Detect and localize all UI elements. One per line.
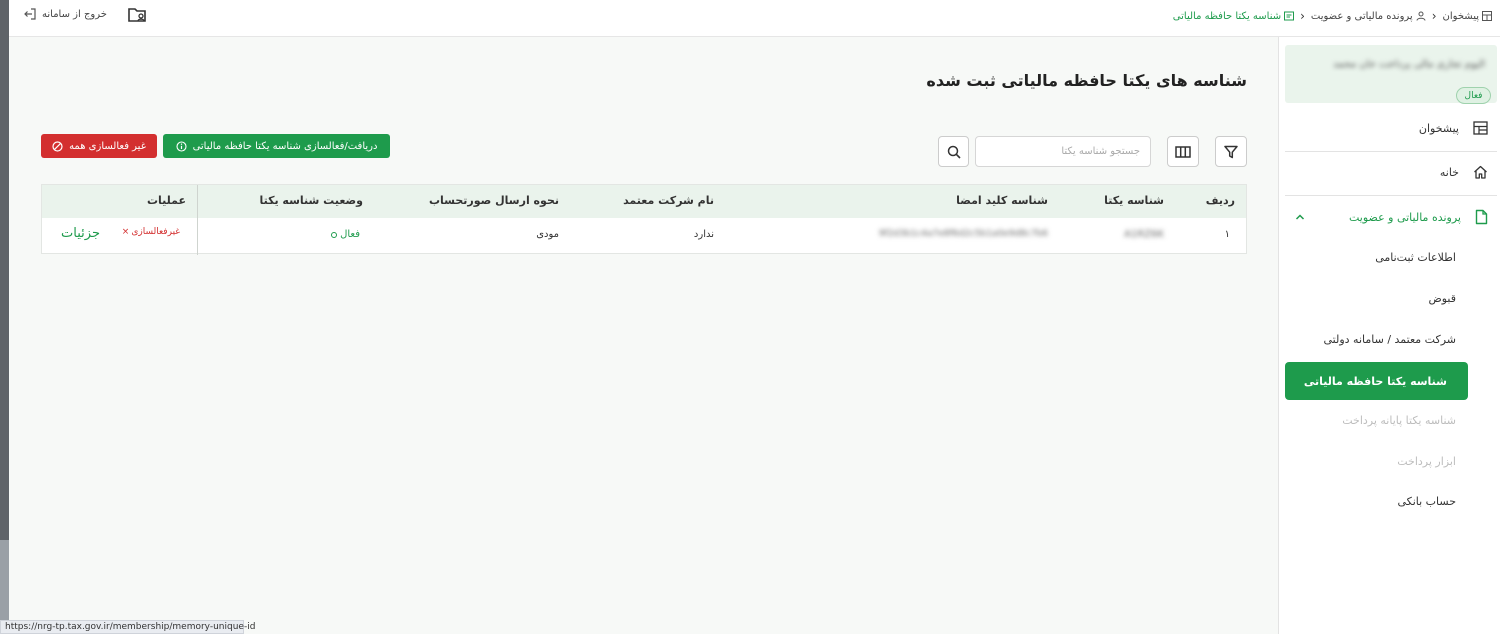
details-link[interactable]: جزئیات <box>61 226 100 241</box>
header-actions: عملیات <box>146 194 186 207</box>
dashboard-icon <box>1482 11 1492 21</box>
sidebar-subitem-registration-info[interactable]: اطلاعات ثبت‌نامی <box>1375 251 1456 264</box>
sidebar-item-label: پرونده مالیاتی و عضویت <box>1349 210 1461 224</box>
search-button[interactable] <box>938 136 969 167</box>
page-title: شناسه های یکتا حافظه مالیاتی ثبت شده <box>926 71 1247 90</box>
header-send-method: نحوه ارسال صورتحساب <box>429 194 559 207</box>
deactivate-label: غیرفعالسازی <box>131 227 180 237</box>
breadcrumb-item-tax-file[interactable]: پرونده مالیاتی و عضویت <box>1311 11 1426 22</box>
top-bar: خروج از سامانه پیشخوان ‹ پرونده مالیاتی … <box>9 0 1500 37</box>
status-label: فعال <box>340 229 360 240</box>
sidebar-subitem-payment-terminal-id: شناسه یکتا پایانه پرداخت <box>1342 414 1456 427</box>
sidebar-subitem-payment-tools: ابزار پرداخت <box>1397 455 1456 468</box>
header-row: ردیف <box>1205 194 1235 207</box>
document-icon <box>1475 209 1488 225</box>
chevron-left-icon: ‹ <box>1431 9 1437 23</box>
logout-label: خروج از سامانه <box>42 8 107 20</box>
cell-status: فعال <box>331 229 360 240</box>
table-header: ردیف شناسه یکتا شناسه کلید امضا نام شرکت… <box>42 185 1246 218</box>
sidebar-item-tax-file[interactable]: پرونده مالیاتی و عضویت <box>1349 209 1488 225</box>
search-input[interactable] <box>975 136 1151 167</box>
status-dot-icon <box>331 231 338 238</box>
profile-card: الیوم تجاری مالی پرداخت خان محمد فعال <box>1285 45 1497 104</box>
chevron-up-icon[interactable] <box>1295 213 1305 221</box>
sidebar-subitem-trusted-company[interactable]: شرکت معتمد / سامانه دولتی <box>1324 333 1457 346</box>
id-card-icon <box>1284 11 1295 21</box>
cell-signature-key: 9f2d3b1c4a7e8f6d2c5b1a0e9d8c7b6 <box>878 229 1048 239</box>
cell-row: ۱ <box>1224 229 1230 240</box>
filter-button[interactable] <box>1215 136 1247 167</box>
cell-company: ندارد <box>693 229 714 240</box>
breadcrumb-label: شناسه یکتا حافظه مالیاتی <box>1172 10 1282 22</box>
activate-unique-id-button[interactable]: دریافت/فعالسازی شناسه یکتا حافظه مالیاتی <box>163 134 390 158</box>
sidebar-item-label: پیشخوان <box>1418 121 1459 135</box>
logout-button[interactable]: خروج از سامانه <box>23 8 107 20</box>
cell-send-method: مودی <box>536 229 559 240</box>
deactivate-link[interactable]: غیرفعالسازی × <box>122 227 180 237</box>
breadcrumb: پیشخوان ‹ پرونده مالیاتی و عضویت ‹ شناسه… <box>1173 9 1492 23</box>
header-company: نام شرکت معتمد <box>623 194 714 207</box>
sidebar-item-dashboard[interactable]: پیشخوان <box>1419 121 1488 135</box>
sidebar-subitem-memory-unique-id[interactable]: شناسه یکتا حافظه مالیاتی <box>1285 362 1468 400</box>
sidebar-item-label: خانه <box>1439 165 1459 179</box>
sidebar-divider <box>1285 195 1497 196</box>
block-icon <box>52 140 63 152</box>
breadcrumb-label: پرونده مالیاتی و عضویت <box>1310 10 1413 22</box>
deactivate-all-button[interactable]: غیر فعالسازی همه <box>41 134 157 158</box>
activate-label: دریافت/فعالسازی شناسه یکتا حافظه مالیاتی <box>192 140 378 152</box>
header-unique-id: شناسه یکتا <box>1104 194 1164 207</box>
breadcrumb-item-dashboard[interactable]: پیشخوان <box>1443 11 1492 22</box>
search-icon <box>947 145 961 159</box>
sidebar-item-home[interactable]: خانه <box>1440 165 1488 179</box>
dashboard-icon <box>1473 121 1488 135</box>
sidebar-divider <box>1285 151 1497 152</box>
cell-unique-id: A1RZ6K <box>1124 229 1164 240</box>
chevron-left-icon: ‹ <box>1300 9 1305 23</box>
filter-icon <box>1224 145 1238 158</box>
logout-icon <box>24 8 36 20</box>
header-signature-key: شناسه کلید امضا <box>956 194 1048 207</box>
unique-ids-table: ردیف شناسه یکتا شناسه کلید امضا نام شرکت… <box>41 184 1247 255</box>
breadcrumb-item-current: شناسه یکتا حافظه مالیاتی <box>1172 10 1295 22</box>
profile-status-badge: فعال <box>1456 87 1491 104</box>
breadcrumb-label: پیشخوان <box>1442 10 1479 22</box>
sidebar-subitem-bills[interactable]: قبوض <box>1428 292 1456 305</box>
window-edge <box>0 0 9 540</box>
main-content: شناسه های یکتا حافظه مالیاتی ثبت شده غیر… <box>9 37 1278 634</box>
user-icon <box>1416 11 1426 21</box>
column-divider <box>197 185 198 255</box>
folder-user-icon[interactable] <box>127 6 149 24</box>
sidebar-subitem-bank-account[interactable]: حساب بانکی <box>1397 495 1456 508</box>
columns-button[interactable] <box>1167 136 1199 167</box>
deactivate-all-label: غیر فعالسازی همه <box>69 140 146 152</box>
status-bar-url: https://nrg-tp.tax.gov.ir/membership/mem… <box>0 620 255 634</box>
columns-icon <box>1175 145 1191 158</box>
close-icon: × <box>121 227 130 237</box>
header-status: وضعیت شناسه یکتا <box>259 194 363 207</box>
profile-name: الیوم تجاری مالی پرداخت خان محمد <box>1333 59 1485 70</box>
home-icon <box>1474 165 1487 179</box>
sidebar: الیوم تجاری مالی پرداخت خان محمد فعال پی… <box>1278 37 1500 634</box>
info-icon <box>176 140 187 152</box>
